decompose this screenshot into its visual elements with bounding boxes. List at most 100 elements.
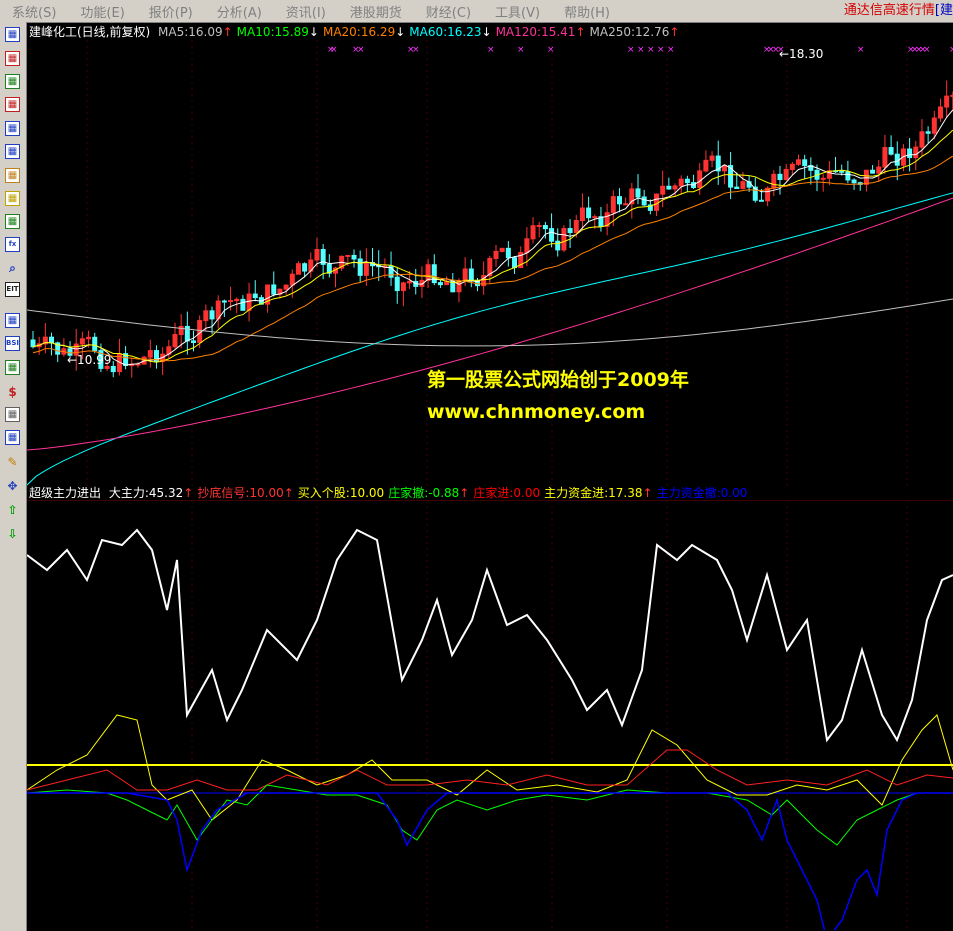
menu-item-4[interactable]: 资讯(I) [274,2,338,21]
candle-body [314,248,320,261]
eit-button[interactable]: EIT [3,280,22,299]
main-force-line [27,528,953,743]
export-button[interactable]: ▦ [3,428,22,447]
bsi-button[interactable]: BSI [3,334,22,353]
ma250-line [27,298,953,347]
candle-body [795,159,801,165]
users-button[interactable]: ▦ [3,212,22,231]
signal-mark: × [637,45,645,55]
menu-item-1[interactable]: 功能(E) [68,2,136,21]
candle-body [234,298,240,302]
candle-body [400,282,406,292]
kline-icon: ▦ [5,97,20,112]
kline-button[interactable]: ▦ [3,95,22,114]
signal-mark: × [949,45,953,55]
main-chart-legend: 建峰化工(日线,前复权) MA5:16.09↑ MA10:15.89↓ MA20:1… [29,24,683,40]
pencil-icon: ✎ [7,454,18,469]
menu-bar: 系统(S) 功能(E) 报价(P) 分析(A) 资讯(I) 港股期货 财经(C) 工具(V) 帮… [0,0,953,23]
candle-body [110,366,116,373]
main_legend-item-label: MA60:16.23 [409,25,482,39]
signal-mark: × [627,45,635,55]
search-button[interactable]: ⌕ [3,258,22,277]
indicator_legend-item-label: 庄家撤:-0.88 [388,486,460,500]
menu-item-6[interactable]: 财经(C) [414,2,483,21]
candle-body [641,196,647,206]
grid-button[interactable]: ▦ [3,142,22,161]
pencil-button[interactable]: ✎ [3,452,22,471]
menu-item-0[interactable]: 系统(S) [0,2,68,21]
main_legend-item-5: MA250:12.76↑ [590,25,680,39]
fx-button[interactable]: fx [3,235,22,254]
ma5-line [32,109,953,366]
menu-item-3[interactable]: 分析(A) [205,2,274,21]
candle-body [512,257,518,269]
quote-list-button[interactable]: ▦ [3,25,22,44]
news-icon: ▦ [5,360,20,375]
candle-body [240,298,246,311]
indicator-chart[interactable] [27,500,953,930]
candle-body [221,300,227,303]
candle-body [147,350,153,358]
report-button[interactable]: ▦ [3,166,22,185]
dealer-out-line [27,784,953,846]
indicator_legend-item-label: 主力资金撤:0.00 [656,486,748,500]
indicator_legend-item-3: 庄家撤:-0.88↑ [388,486,469,500]
menu-item-8[interactable]: 帮助(H) [552,2,622,21]
candle-body [524,238,530,254]
candle-body [209,310,215,320]
money-button[interactable]: $ [3,382,22,401]
low-price-label: ←10.99 [67,353,111,367]
candle-body [86,336,92,340]
arrow-up-button[interactable]: ⇧ [3,500,22,519]
candle-body [178,325,184,336]
candle-body [870,169,876,174]
signal-mark: × [647,45,655,55]
users-icon: ▦ [5,214,20,229]
indicator_legend-item-label: 买入个股:10.00 [297,486,385,500]
candle-body [740,181,746,189]
candle-body [499,247,505,252]
main_legend-item-label: MA250:12.76 [589,25,670,39]
menu-item-7[interactable]: 工具(V) [483,2,552,21]
indicator_legend-item-arrow: ↑ [283,486,294,500]
candle-body [462,268,468,282]
candle-body [456,280,462,293]
arrow-down-button[interactable]: ⇩ [3,524,22,543]
watermark: 第一股票公式网始创于2009年 www.chnmoney.com [427,364,689,428]
candle-body [789,163,795,170]
eit-icon: EIT [5,282,20,297]
candle-body [697,170,703,189]
move-icon: ✥ [7,478,18,493]
trend-button[interactable]: ▦ [3,311,22,330]
candle-body [203,310,209,322]
candle-body [505,247,511,259]
main_legend-item-label: MA5:16.09 [158,25,223,39]
bsi-icon: BSI [5,336,20,351]
signal-mark: × [487,45,495,55]
candle-body [845,171,851,181]
table-button[interactable]: ▦ [3,119,22,138]
signal-mark: × [857,45,865,55]
export-icon: ▦ [5,430,20,445]
pen-link-button[interactable]: ▦ [3,405,22,424]
candle-body [561,228,567,251]
menu-item-2[interactable]: 报价(P) [137,2,205,21]
candle-body [579,207,585,222]
menu-item-5[interactable]: 港股期货 [338,2,414,21]
move-button[interactable]: ✥ [3,476,22,495]
candle-body [684,178,690,184]
candle-body [783,168,789,180]
candle-body [530,225,536,240]
candle-body [271,284,277,295]
arrow-up-icon: ⇧ [7,502,18,517]
folder-button[interactable]: ▦ [3,189,22,208]
quote-list-icon: ▦ [5,27,20,42]
table-icon: ▦ [5,121,20,136]
candle-body [610,196,616,214]
ma20-line [32,155,953,362]
candle-body [79,338,85,345]
line-chart-button[interactable]: ▦ [3,72,22,91]
signal-mark: × [547,45,555,55]
news-button[interactable]: ▦ [3,358,22,377]
chart-button[interactable]: ▦ [3,49,22,68]
